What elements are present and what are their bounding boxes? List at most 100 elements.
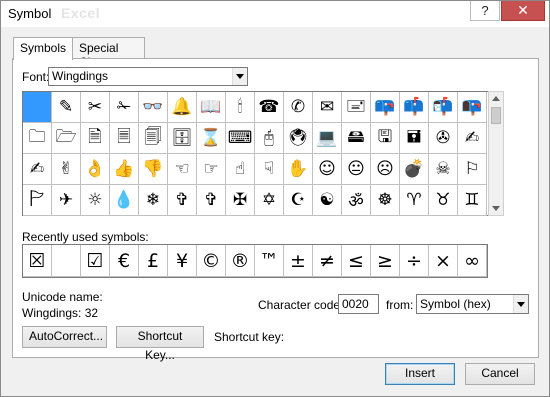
symbol-cell[interactable]: ☼ — [81, 185, 110, 216]
symbol-cell[interactable]: ✆ — [284, 92, 313, 123]
symbol-cell[interactable]: ✈ — [52, 185, 81, 216]
symbol-cell[interactable]: 🔔 — [168, 92, 197, 123]
symbol-cell[interactable] — [23, 92, 52, 123]
symbol-cell[interactable]: 🗄 — [168, 123, 197, 154]
symbol-grid-scrollbar[interactable] — [488, 91, 504, 216]
symbol-cell[interactable]: ✍ — [458, 123, 487, 154]
symbol-cell[interactable]: ☪ — [284, 185, 313, 216]
symbol-cell[interactable]: ☎ — [255, 92, 284, 123]
symbol-cell[interactable]: ✞ — [168, 185, 197, 216]
symbol-cell[interactable]: ॐ — [342, 185, 371, 216]
recent-symbol-cell[interactable]: ÷ — [400, 245, 429, 277]
symbol-cell[interactable]: 🗎 — [81, 123, 110, 154]
symbol-cell[interactable]: ✂ — [81, 92, 110, 123]
symbol-cell[interactable]: ♊ — [458, 185, 487, 216]
close-button[interactable]: ✕ — [501, 1, 545, 21]
symbol-cell[interactable]: ☠ — [429, 154, 458, 185]
symbol-cell[interactable]: 💣 — [400, 154, 429, 185]
symbol-cell[interactable]: 😐 — [342, 154, 371, 185]
font-dropdown[interactable]: Wingdings — [48, 67, 248, 86]
symbol-cell[interactable]: 🗁 — [52, 123, 81, 154]
scroll-thumb[interactable] — [491, 107, 501, 124]
symbol-cell[interactable]: 🗀 — [23, 123, 52, 154]
help-button[interactable]: ? — [470, 1, 500, 21]
symbol-cell[interactable]: ⌨ — [226, 123, 255, 154]
symbol-cell[interactable]: ☯ — [313, 185, 342, 216]
symbol-cell[interactable]: 📪 — [371, 92, 400, 123]
symbol-cell[interactable]: ☜ — [168, 154, 197, 185]
recent-symbol-cell[interactable]: ☑ — [81, 245, 110, 277]
symbol-cell[interactable]: ⌛ — [197, 123, 226, 154]
from-value: Symbol (hex) — [420, 297, 491, 311]
recent-symbol-cell[interactable]: € — [110, 245, 139, 277]
symbol-cell[interactable]: ☟ — [255, 154, 284, 185]
recent-symbol-cell[interactable]: ± — [284, 245, 313, 277]
recent-symbol-cell[interactable]: × — [429, 245, 458, 277]
symbol-cell[interactable]: 💻 — [313, 123, 342, 154]
symbol-cell[interactable]: ✁ — [110, 92, 139, 123]
symbol-cell[interactable]: ✌ — [52, 154, 81, 185]
symbol-cell[interactable]: ✡ — [255, 185, 284, 216]
cancel-button[interactable]: Cancel — [465, 363, 535, 385]
symbol-cell[interactable]: 🏱 — [23, 185, 52, 216]
character-code-input[interactable]: 0020 — [338, 294, 379, 314]
symbol-cell[interactable]: ✠ — [226, 185, 255, 216]
symbol-cell[interactable]: ✍ — [23, 154, 52, 185]
symbol-cell[interactable]: 👓 — [139, 92, 168, 123]
font-value: Wingdings — [52, 69, 109, 83]
symbol-cell[interactable]: ☹ — [371, 154, 400, 185]
tab-symbols[interactable]: Symbols — [13, 37, 74, 60]
symbol-cell[interactable]: 👍 — [110, 154, 139, 185]
recent-symbol-cell[interactable]: ∞ — [458, 245, 487, 277]
symbol-cell[interactable]: ✉ — [313, 92, 342, 123]
symbol-cell[interactable]: 🗐 — [139, 123, 168, 154]
symbol-cell[interactable]: 👎 — [139, 154, 168, 185]
recent-symbol-cell[interactable]: © — [197, 245, 226, 277]
recent-symbol-cell[interactable]: ☒ — [23, 245, 52, 277]
symbol-cell[interactable]: 📖 — [197, 92, 226, 123]
symbol-cell[interactable]: 🖰 — [255, 123, 284, 154]
chevron-down-icon[interactable] — [513, 295, 528, 313]
symbol-cell[interactable]: 🖫 — [371, 123, 400, 154]
symbol-cell[interactable]: ☸ — [371, 185, 400, 216]
symbol-cell[interactable]: ☝ — [226, 154, 255, 185]
recent-symbol-cell[interactable]: ¥ — [168, 245, 197, 277]
scroll-down-icon[interactable] — [492, 206, 500, 211]
recent-symbol-cell[interactable] — [52, 245, 81, 277]
from-dropdown[interactable]: Symbol (hex) — [416, 294, 529, 314]
symbol-cell[interactable]: 🖴 — [342, 123, 371, 154]
symbol-cell[interactable]: 🖃 — [342, 92, 371, 123]
recent-symbol-cell[interactable]: ≠ — [313, 245, 342, 277]
tab-symbols-label: Symbols — [20, 41, 67, 55]
recent-symbol-cell[interactable]: £ — [139, 245, 168, 277]
recent-symbol-cell[interactable]: ≥ — [371, 245, 400, 277]
recent-symbol-cell[interactable]: ® — [226, 245, 255, 277]
insert-button[interactable]: Insert — [385, 363, 455, 385]
symbol-cell[interactable]: 🖬 — [400, 123, 429, 154]
symbol-cell[interactable]: 📭 — [458, 92, 487, 123]
symbol-cell[interactable]: 👌 — [81, 154, 110, 185]
scroll-up-icon[interactable] — [492, 96, 500, 101]
symbol-cell[interactable]: ☺ — [313, 154, 342, 185]
symbol-cell[interactable]: ♉ — [429, 185, 458, 216]
symbol-cell[interactable]: ✎ — [52, 92, 81, 123]
symbol-cell[interactable]: ♈ — [400, 185, 429, 216]
recent-symbol-cell[interactable]: ≤ — [342, 245, 371, 277]
symbol-cell[interactable]: 🕯 — [226, 92, 255, 123]
symbol-cell[interactable]: ⚐ — [458, 154, 487, 185]
tab-special-characters[interactable]: Special Characters — [72, 37, 145, 69]
symbol-cell[interactable]: 📬 — [429, 92, 458, 123]
symbol-cell[interactable]: ✇ — [429, 123, 458, 154]
chevron-down-icon[interactable] — [232, 68, 247, 85]
symbol-cell[interactable]: ✋ — [284, 154, 313, 185]
symbol-cell[interactable]: ☞ — [197, 154, 226, 185]
symbol-cell[interactable]: ✞ — [197, 185, 226, 216]
autocorrect-button[interactable]: AutoCorrect... — [22, 326, 107, 348]
recent-symbol-cell[interactable]: ™ — [255, 245, 284, 277]
symbol-cell[interactable]: 🗏 — [110, 123, 139, 154]
shortcut-key-button[interactable]: Shortcut Key... — [116, 326, 204, 362]
symbol-cell[interactable]: 🖲 — [284, 123, 313, 154]
symbol-cell[interactable]: 💧 — [110, 185, 139, 216]
symbol-cell[interactable]: 📫 — [400, 92, 429, 123]
symbol-cell[interactable]: ❄ — [139, 185, 168, 216]
